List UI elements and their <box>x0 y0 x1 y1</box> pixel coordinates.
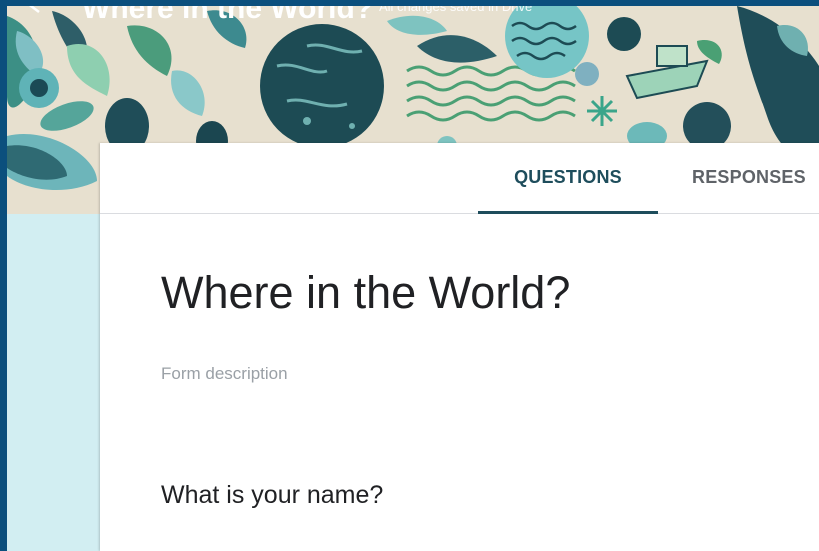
tab-bar: QUESTIONS RESPONSES <box>100 143 819 214</box>
form-description-field[interactable]: Form description <box>161 364 288 384</box>
active-tab-indicator <box>478 211 658 214</box>
tab-responses[interactable]: RESPONSES <box>692 143 806 213</box>
window-frame-left <box>0 0 7 551</box>
save-status: All changes saved in Drive <box>379 6 533 14</box>
app-bar-title: Where in the World? <box>82 6 374 25</box>
tab-questions-label: QUESTIONS <box>514 167 622 187</box>
form-title-field[interactable]: Where in the World? <box>161 267 570 319</box>
page-background-panel <box>7 214 100 551</box>
arrow-back-icon[interactable] <box>25 6 45 16</box>
form-editor-card: QUESTIONS RESPONSES Where in the World? … <box>100 143 819 551</box>
tab-questions[interactable]: QUESTIONS <box>478 143 658 214</box>
question-title[interactable]: What is your name? <box>161 481 383 510</box>
tab-responses-label: RESPONSES <box>692 167 806 187</box>
